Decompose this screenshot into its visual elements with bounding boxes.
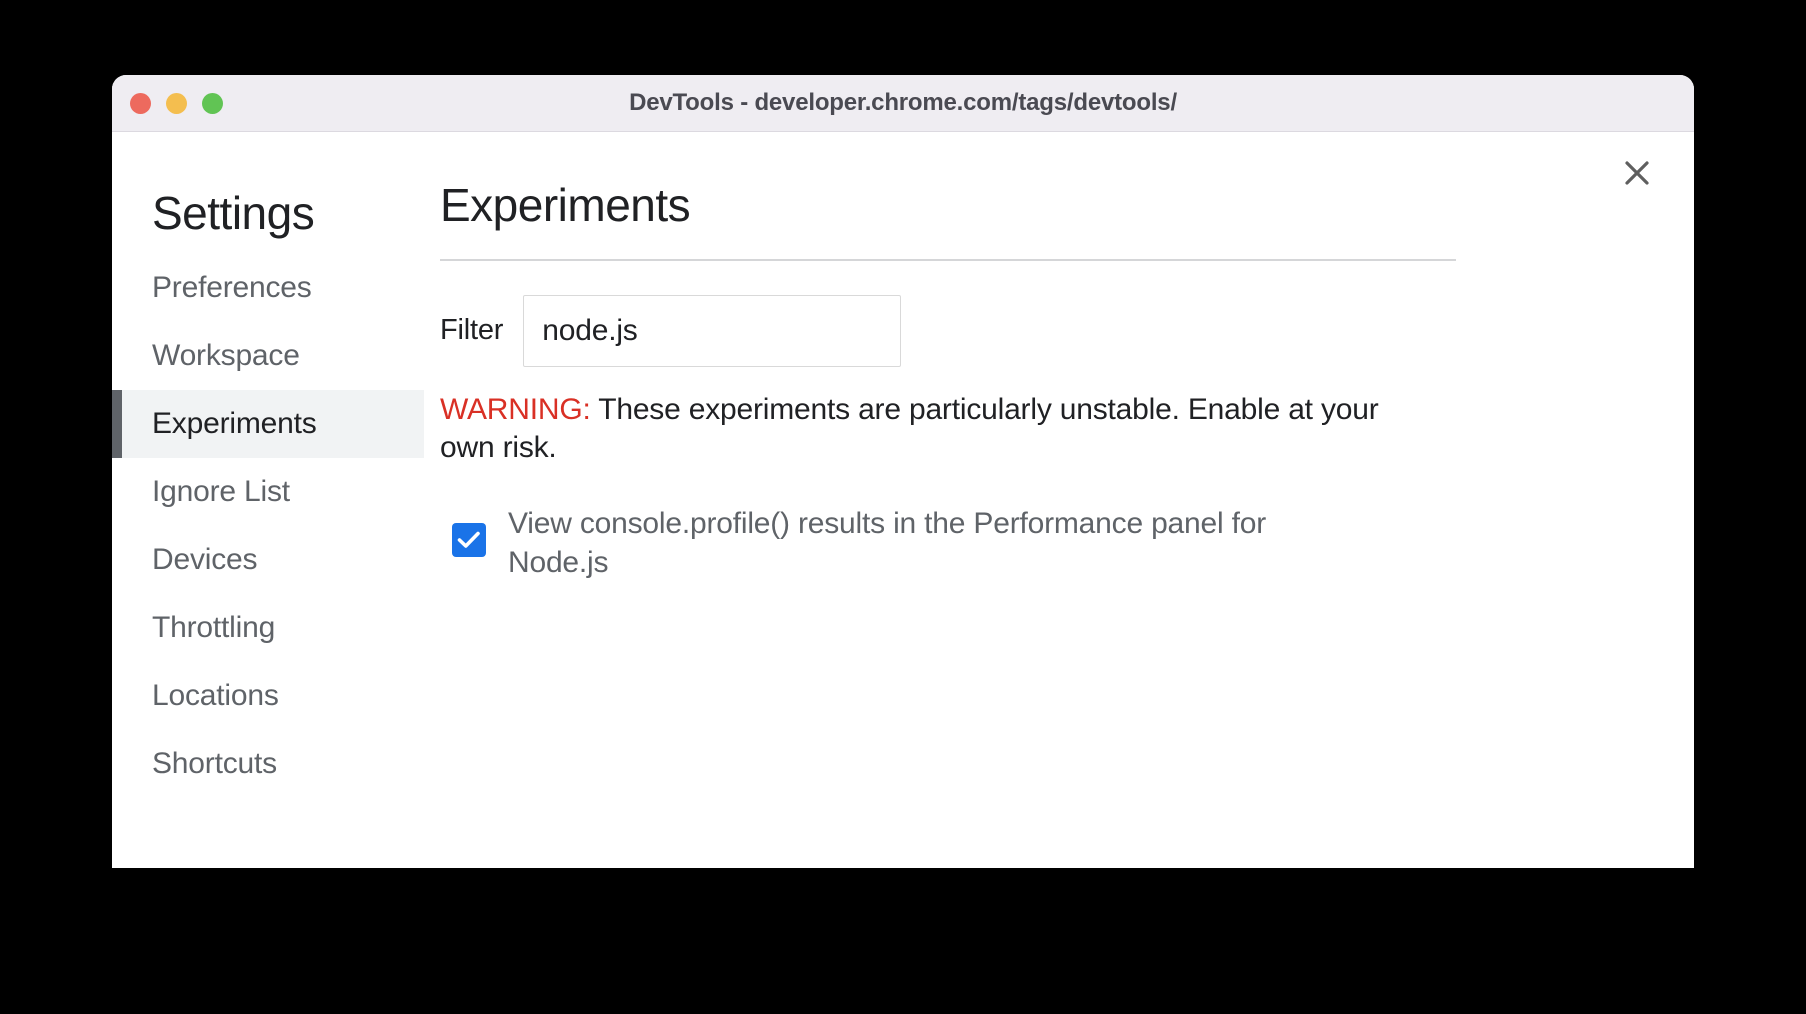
browser-window: DevTools - developer.chrome.com/tags/dev… [112, 75, 1694, 868]
sidebar-item-label: Throttling [152, 610, 276, 644]
settings-content-panel: Experiments Filter WARNING: These experi… [424, 132, 1694, 868]
sidebar-item-label: Experiments [152, 406, 317, 440]
sidebar-item-label: Devices [152, 542, 258, 576]
sidebar-item-throttling[interactable]: Throttling [112, 594, 424, 662]
filter-input[interactable] [523, 294, 902, 367]
page-title: Settings [152, 187, 315, 239]
window-close-button[interactable] [130, 92, 151, 114]
sidebar-item-shortcuts[interactable]: Shortcuts [112, 730, 424, 798]
sidebar-item-label: Ignore List [152, 474, 290, 508]
sidebar-item-preferences[interactable]: Preferences [112, 254, 424, 322]
sidebar-item-ignore-list[interactable]: Ignore List [112, 458, 424, 526]
close-icon[interactable] [1616, 152, 1658, 194]
window-minimize-button[interactable] [166, 92, 187, 114]
content-title: Experiments [440, 179, 691, 231]
settings-dialog: Settings Preferences Workspace Experimen… [112, 132, 1694, 868]
sidebar-item-label: Workspace [152, 338, 300, 372]
experiment-label[interactable]: View console.profile() results in the Pe… [508, 505, 1352, 582]
traffic-light-group [130, 75, 223, 131]
divider [440, 258, 1456, 261]
experiment-row[interactable]: View console.profile() results in the Pe… [440, 505, 1352, 582]
sidebar-item-label: Shortcuts [152, 746, 277, 780]
experiment-checkbox[interactable] [452, 523, 486, 558]
warning-message: WARNING: These experiments are particula… [440, 391, 1400, 468]
window-zoom-button[interactable] [202, 92, 223, 114]
warning-label: WARNING: [440, 392, 591, 426]
sidebar-item-experiments[interactable]: Experiments [112, 389, 424, 458]
sidebar-item-locations[interactable]: Locations [112, 662, 424, 730]
filter-label: Filter [440, 314, 504, 347]
window-title: DevTools - developer.chrome.com/tags/dev… [629, 89, 1177, 116]
settings-sidebar: Settings Preferences Workspace Experimen… [112, 132, 424, 868]
sidebar-item-workspace[interactable]: Workspace [112, 322, 424, 390]
screen: DevTools - developer.chrome.com/tags/dev… [0, 0, 1806, 1014]
settings-nav-list: Preferences Workspace Experiments Ignore… [112, 254, 424, 798]
sidebar-item-label: Locations [152, 678, 279, 712]
filter-row: Filter [440, 294, 1646, 367]
sidebar-item-devices[interactable]: Devices [112, 526, 424, 594]
window-titlebar: DevTools - developer.chrome.com/tags/dev… [112, 75, 1694, 132]
sidebar-item-label: Preferences [152, 270, 312, 304]
